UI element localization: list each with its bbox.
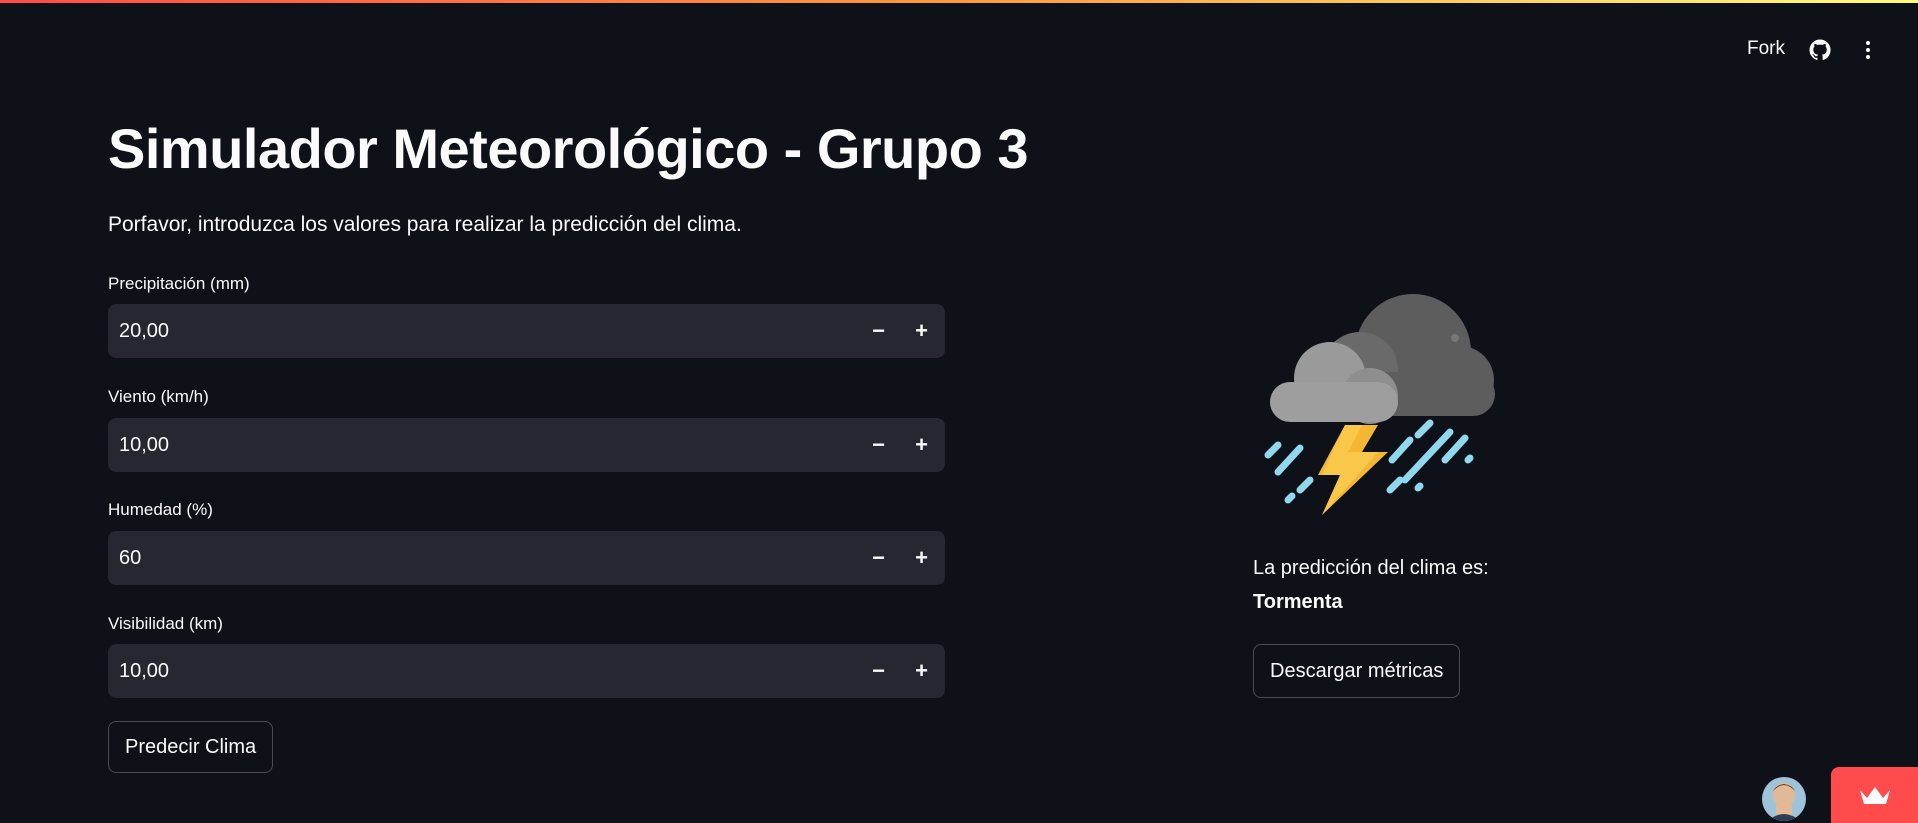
avatar[interactable]: [1762, 777, 1806, 821]
humidity-decrement-button[interactable]: −: [857, 531, 900, 585]
predict-button[interactable]: Predecir Clima: [108, 721, 274, 773]
thunderstorm-icon: [1264, 294, 1495, 515]
precipitation-value[interactable]: 20,00: [108, 320, 857, 343]
wind-input[interactable]: 10,00 − +: [108, 418, 945, 472]
wind-decrement-button[interactable]: −: [857, 418, 900, 472]
visibility-value[interactable]: 10,00: [108, 660, 857, 683]
humidity-label: Humedad (%): [108, 500, 213, 519]
precipitation-increment-button[interactable]: +: [900, 304, 943, 358]
prediction-label: La predicción del clima es:: [1253, 557, 1489, 579]
precipitation-label: Precipitación (mm): [108, 274, 250, 293]
github-icon[interactable]: [1808, 38, 1832, 62]
humidity-input[interactable]: 60 − +: [108, 531, 945, 585]
more-vertical-icon[interactable]: [1856, 38, 1880, 62]
humidity-increment-button[interactable]: +: [900, 531, 943, 585]
crown-icon: [1859, 787, 1890, 804]
download-metrics-button[interactable]: Descargar métricas: [1253, 644, 1461, 698]
precipitation-decrement-button[interactable]: −: [857, 304, 900, 358]
fork-link[interactable]: Fork: [1747, 38, 1785, 60]
page-subtitle: Porfavor, introduzca los valores para re…: [108, 213, 742, 236]
prediction-value: Tormenta: [1253, 591, 1343, 613]
top-decoration-bar: [0, 0, 1918, 3]
streamlit-badge[interactable]: [1831, 767, 1918, 823]
wind-increment-button[interactable]: +: [900, 418, 943, 472]
visibility-increment-button[interactable]: +: [900, 644, 943, 698]
wind-label: Viento (km/h): [108, 387, 209, 406]
visibility-label: Visibilidad (km): [108, 614, 223, 633]
humidity-value[interactable]: 60: [108, 547, 857, 570]
visibility-input[interactable]: 10,00 − +: [108, 644, 945, 698]
wind-value[interactable]: 10,00: [108, 434, 857, 457]
precipitation-input[interactable]: 20,00 − +: [108, 304, 945, 358]
visibility-decrement-button[interactable]: −: [857, 644, 900, 698]
page-title: Simulador Meteorológico - Grupo 3: [108, 117, 1029, 180]
